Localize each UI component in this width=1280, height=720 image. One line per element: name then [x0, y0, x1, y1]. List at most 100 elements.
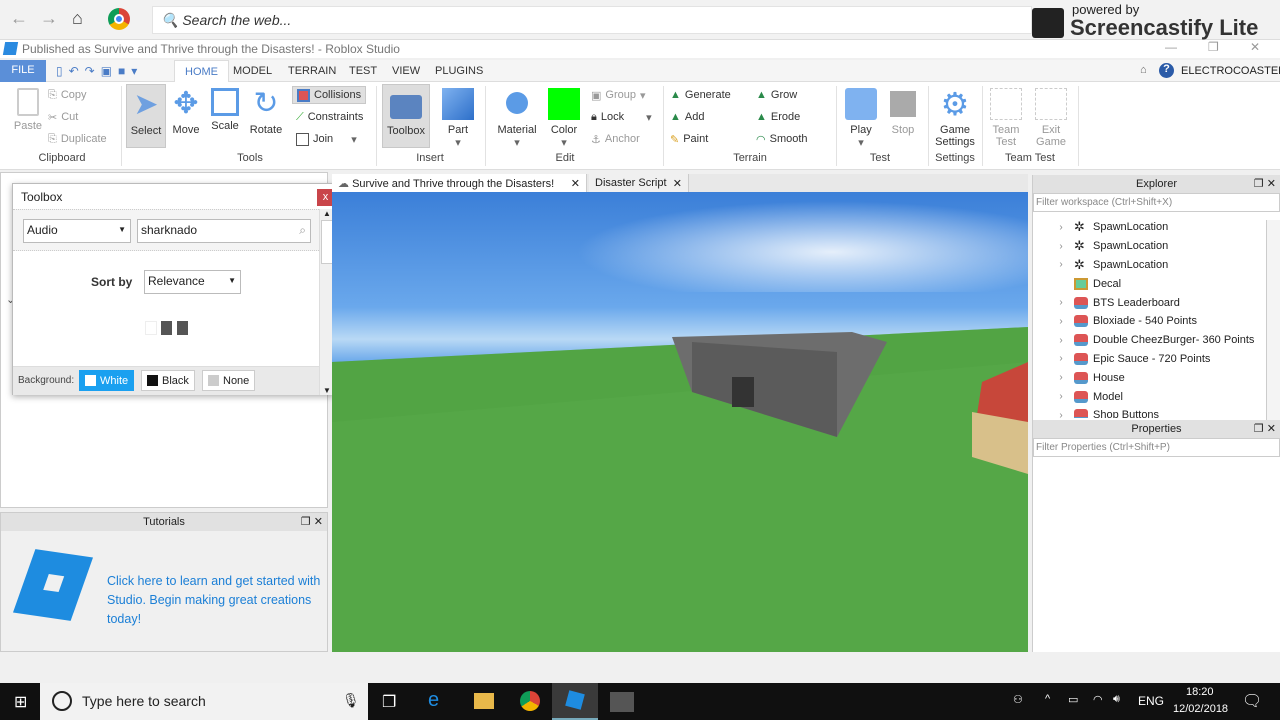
duplicate-button[interactable]: ⎘ Duplicate	[48, 130, 107, 148]
expand-chevron-icon[interactable]: ›	[1053, 241, 1069, 252]
tab-test[interactable]: TEST	[339, 60, 387, 82]
collisions-toggle[interactable]: Collisions	[292, 86, 367, 104]
stop-button[interactable]: Stop	[884, 88, 922, 136]
properties-close-icon[interactable]: ❐ ✕	[1254, 422, 1276, 435]
wifi-icon[interactable]: ◠	[1093, 693, 1103, 706]
file-explorer-icon[interactable]	[474, 693, 494, 709]
tutorials-link[interactable]: Click here to learn and get started with…	[107, 572, 322, 629]
copy-button[interactable]: ⎘ Copy	[48, 86, 87, 104]
expand-chevron-icon[interactable]: ›	[1053, 259, 1069, 270]
tab-view[interactable]: VIEW	[382, 60, 430, 82]
cut-button[interactable]: ✂ Cut	[48, 108, 78, 126]
smooth-button[interactable]: ◠ Smooth	[756, 130, 808, 148]
clock-time[interactable]: 18:20	[1186, 686, 1214, 698]
show-hidden-icons[interactable]: ^	[1045, 693, 1050, 705]
expand-chevron-icon[interactable]: ›	[1053, 372, 1069, 383]
tab-place[interactable]: ☁ Survive and Thrive through the Disaste…	[332, 174, 587, 192]
language-indicator[interactable]: ENG	[1138, 694, 1164, 708]
edge-icon[interactable]: e	[428, 689, 439, 712]
expand-chevron-icon[interactable]: ›	[1053, 353, 1069, 364]
volume-icon[interactable]: 🔊︎	[1113, 693, 1120, 706]
close-window-button[interactable]: ✕	[1250, 40, 1260, 54]
paint-button[interactable]: ✎ Paint	[670, 130, 708, 148]
tab-plugins[interactable]: PLUGINS	[425, 60, 493, 82]
explorer-item[interactable]: › ✲ SpawnLocation	[1033, 218, 1266, 237]
part-button[interactable]: Part ▾	[438, 88, 478, 149]
notifications-icon[interactable]: 🗨︎	[1242, 691, 1262, 711]
tab-home[interactable]: HOME	[174, 60, 229, 82]
toolbox-search-input[interactable]: sharknado ⌕	[137, 219, 311, 243]
explorer-item[interactable]: › Bloxiade - 540 Points	[1033, 312, 1266, 331]
expand-chevron-icon[interactable]: ›	[1053, 222, 1069, 233]
explorer-item[interactable]: › Shop Buttons	[1033, 406, 1266, 418]
windows-start-icon[interactable]: ⊞	[14, 692, 27, 712]
bg-none-button[interactable]: None	[202, 370, 256, 391]
collapse-ribbon-icon[interactable]: ⌂	[1140, 64, 1147, 76]
forward-icon[interactable]: →	[40, 8, 58, 29]
expand-chevron-icon[interactable]: ›	[1053, 391, 1069, 402]
clock-date[interactable]: 12/02/2018	[1173, 703, 1228, 715]
explorer-close-icon[interactable]: ❐ ✕	[1254, 177, 1276, 190]
explorer-item[interactable]: › ✲ SpawnLocation	[1033, 256, 1266, 275]
paste-button[interactable]: Paste	[8, 88, 48, 132]
chrome-taskbar-icon[interactable]	[520, 691, 540, 711]
game-settings-button[interactable]: ⚙ Game Settings	[932, 88, 978, 148]
lock-button[interactable]: 🔒︎ Lock ▾	[591, 108, 652, 126]
color-button[interactable]: Color ▾	[545, 88, 583, 149]
video-editor-icon[interactable]	[610, 692, 634, 712]
tab-disaster-script[interactable]: Disaster Script ✕	[589, 174, 689, 192]
taskbar-search-input[interactable]: Type here to search 🎙︎	[40, 683, 368, 720]
home-icon[interactable]: ⌂	[72, 8, 83, 29]
bg-white-button[interactable]: White	[79, 370, 135, 391]
group-button[interactable]: ▣ Group ▾	[591, 86, 646, 104]
roblox-studio-taskbar-icon[interactable]	[552, 683, 598, 720]
explorer-item[interactable]: › ✲ SpawnLocation	[1033, 237, 1266, 256]
erode-button[interactable]: ▲ Erode	[756, 108, 800, 126]
expand-chevron-icon[interactable]: ›	[1053, 316, 1069, 327]
expand-chevron-icon[interactable]: ›	[1053, 410, 1069, 418]
explorer-item[interactable]: › Model	[1033, 387, 1266, 406]
properties-filter-input[interactable]: Filter Properties (Ctrl+Shift+P)	[1033, 438, 1280, 457]
toolbox-button[interactable]: Toolbox	[382, 84, 430, 148]
generate-button[interactable]: ▲ Generate	[670, 86, 731, 104]
join-dropdown[interactable]: Join ▾	[296, 130, 357, 148]
explorer-filter-input[interactable]: Filter workspace (Ctrl+Shift+X)	[1033, 193, 1280, 212]
category-dropdown[interactable]: Audio ▼	[23, 219, 131, 243]
tab-model[interactable]: MODEL	[223, 60, 282, 82]
3d-viewport[interactable]	[332, 192, 1028, 652]
explorer-item[interactable]: › House	[1033, 368, 1266, 387]
explorer-scrollbar[interactable]	[1266, 220, 1280, 420]
quick-access-icons[interactable]: ▯↶↷▣■▾	[56, 64, 143, 78]
minimize-button[interactable]: —	[1165, 40, 1177, 54]
scale-button[interactable]: Scale	[207, 88, 243, 132]
expand-chevron-icon[interactable]: ›	[1053, 335, 1069, 346]
select-button[interactable]: ➤ Select	[126, 84, 166, 148]
username[interactable]: ELECTROCOASTER	[1181, 65, 1280, 77]
constraints-button[interactable]: ⟋ Constraints	[296, 108, 363, 126]
people-icon[interactable]: ⚇	[1013, 693, 1023, 706]
exit-game-button[interactable]: Exit Game	[1031, 88, 1071, 148]
team-test-button[interactable]: Team Test	[986, 88, 1026, 148]
chrome-icon[interactable]	[108, 8, 130, 30]
explorer-item[interactable]: › Double CheezBurger- 360 Points	[1033, 331, 1266, 350]
explorer-item[interactable]: Decal	[1033, 274, 1266, 293]
web-search-input[interactable]: 🔍 Search the web...	[152, 6, 1032, 34]
bg-black-button[interactable]: Black	[141, 370, 195, 391]
tab-terrain[interactable]: TERRAIN	[278, 60, 346, 82]
tutorials-close-icon[interactable]: ❐ ✕	[301, 515, 323, 528]
explorer-item[interactable]: › Epic Sauce - 720 Points	[1033, 350, 1266, 369]
tab-file[interactable]: FILE	[0, 60, 46, 82]
restore-button[interactable]: ❐	[1208, 40, 1219, 54]
back-icon[interactable]: ←	[10, 8, 28, 29]
help-icon[interactable]: ?	[1159, 63, 1174, 78]
rotate-button[interactable]: ↻ Rotate	[246, 88, 286, 137]
move-button[interactable]: ✥ Move	[168, 88, 204, 137]
add-terrain-button[interactable]: ▲ Add	[670, 108, 704, 126]
anchor-button[interactable]: ⚓︎ Anchor	[591, 130, 640, 148]
material-button[interactable]: Material ▾	[494, 88, 540, 149]
battery-icon[interactable]: ▭	[1068, 693, 1078, 706]
task-view-icon[interactable]: ❐	[382, 692, 396, 712]
grow-button[interactable]: ▲ Grow	[756, 86, 797, 104]
explorer-item[interactable]: › BTS Leaderboard	[1033, 293, 1266, 312]
expand-chevron-icon[interactable]: ›	[1053, 297, 1069, 308]
